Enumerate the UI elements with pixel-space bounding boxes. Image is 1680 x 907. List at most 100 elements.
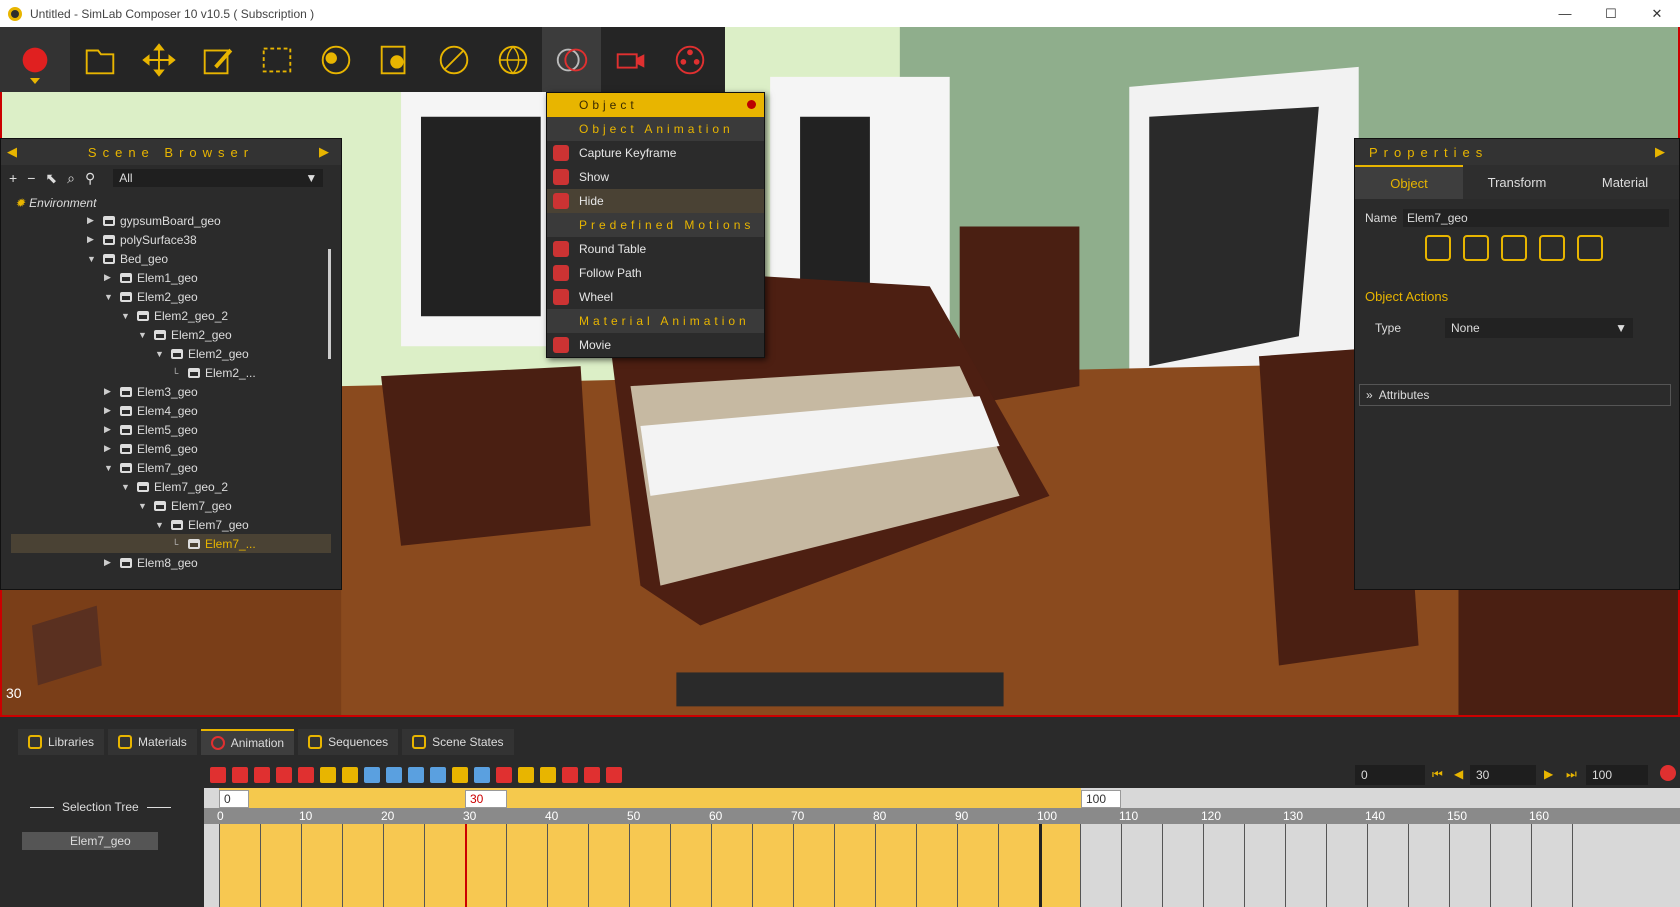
paste-icon[interactable]	[1463, 235, 1489, 261]
follow-path-item[interactable]: Follow Path	[547, 261, 764, 285]
collapse-left-icon[interactable]: ◀	[7, 144, 23, 160]
maximize-button[interactable]: ☐	[1588, 0, 1634, 27]
expand-arrow-icon[interactable]: ▼	[121, 311, 131, 321]
name-field[interactable]: Elem7_geo	[1403, 209, 1669, 227]
tree-branch-icon[interactable]: └	[172, 539, 182, 549]
tab-libraries[interactable]: Libraries	[18, 729, 105, 755]
scene-tree-node[interactable]: ▼ Elem7_geo	[138, 496, 232, 515]
scene-scrollbar[interactable]	[328, 249, 331, 359]
pick-icon[interactable]: ⬉	[45, 170, 57, 187]
expand-arrow-icon[interactable]: ▼	[138, 501, 148, 511]
anim-tool-icon[interactable]	[584, 766, 600, 783]
scene-tree-node[interactable]: ▼ Elem2_geo	[104, 287, 198, 306]
anim-tool-icon[interactable]	[386, 766, 402, 783]
expand-arrow-icon[interactable]: ▼	[104, 463, 114, 473]
range-current-box[interactable]: 30	[465, 790, 507, 808]
tab-sequences[interactable]: Sequences	[298, 729, 399, 755]
link-icon[interactable]: ⚲	[85, 170, 95, 187]
expand-right-icon[interactable]: ▶	[319, 144, 335, 160]
prev-frame-icon[interactable]: ◀	[1454, 767, 1463, 781]
scene-tree-node[interactable]: ▶ Elem5_geo	[104, 420, 198, 439]
hide-item[interactable]: Hide	[547, 189, 764, 213]
scene-tree-node[interactable]: └ Elem2_...	[172, 363, 256, 382]
anim-tool-icon[interactable]	[408, 766, 424, 783]
scene-tree-node[interactable]: ▼ Elem2_geo_2	[121, 306, 228, 325]
tab-scene-states[interactable]: Scene States	[402, 729, 514, 755]
range-start-box[interactable]: 0	[219, 790, 249, 808]
expand-arrow-icon[interactable]: ▶	[104, 405, 114, 416]
scene-tree-node[interactable]: ▶ Elem1_geo	[104, 268, 198, 287]
search-icon[interactable]: ⌕	[67, 170, 75, 187]
expand-arrow-icon[interactable]: ▶	[104, 272, 114, 283]
wheel-item[interactable]: Wheel	[547, 285, 764, 309]
timeline-object-row[interactable]: Elem7_geo	[22, 832, 158, 850]
playhead[interactable]	[465, 824, 467, 907]
scene-tree-node[interactable]: ▼ Bed_geo	[87, 249, 168, 268]
scene-tree-node[interactable]: └ Elem7_...	[11, 534, 331, 553]
film-button[interactable]	[660, 27, 719, 92]
anim-tool-icon[interactable]	[320, 766, 336, 783]
scene-tree-node[interactable]: ▼ Elem2_geo	[155, 344, 249, 363]
move-button[interactable]	[129, 27, 188, 92]
tab-object[interactable]: Object	[1355, 165, 1463, 199]
render-button[interactable]	[365, 27, 424, 92]
tab-material[interactable]: Material	[1571, 165, 1679, 199]
timeline-track-area[interactable]: 0 30 100 0 10 20 30 40 50 60 70 80 90 100 110 120 130…	[204, 788, 1680, 907]
scene-tree-node[interactable]: ▶ polySurface38	[87, 230, 197, 249]
next-frame-icon[interactable]: ▶	[1544, 767, 1553, 781]
anim-tool-icon[interactable]	[254, 766, 270, 783]
scene-tree-node[interactable]: ▶ Elem8_geo	[104, 553, 198, 572]
scene-filter-dropdown[interactable]: All ▼	[113, 169, 324, 187]
expand-arrow-icon[interactable]: ▶	[104, 443, 114, 454]
anim-tool-icon[interactable]	[276, 766, 292, 783]
anim-tool-icon[interactable]	[606, 766, 622, 783]
capture-keyframe-item[interactable]: Capture Keyframe	[547, 141, 764, 165]
expand-arrow-icon[interactable]: ▶	[104, 386, 114, 397]
visibility-icon[interactable]	[1539, 235, 1565, 261]
expand-arrow-icon[interactable]: ▶	[87, 234, 97, 245]
select-rect-button[interactable]	[247, 27, 306, 92]
minimize-button[interactable]: —	[1542, 0, 1588, 27]
unlock-icon[interactable]	[1577, 235, 1603, 261]
anim-tool-icon[interactable]	[430, 766, 446, 783]
expand-arrow-icon[interactable]: ▶	[104, 424, 114, 435]
tab-materials[interactable]: Materials	[108, 729, 197, 755]
record-button[interactable]	[0, 27, 70, 92]
expand-arrow-icon[interactable]: ▶	[104, 557, 114, 568]
anim-tool-icon[interactable]	[342, 766, 358, 783]
tab-animation[interactable]: Animation	[200, 729, 295, 755]
close-button[interactable]: ✕	[1634, 0, 1680, 27]
expand-arrow-icon[interactable]: ▼	[87, 254, 97, 264]
first-frame-icon[interactable]: ⏮	[1432, 767, 1443, 782]
anim-tool-icon[interactable]	[474, 766, 490, 783]
attributes-section[interactable]: » Attributes	[1359, 384, 1671, 406]
anim-tool-icon[interactable]	[232, 766, 248, 783]
show-item[interactable]: Show	[547, 165, 764, 189]
tree-branch-icon[interactable]: └	[172, 368, 182, 378]
no-button[interactable]	[424, 27, 483, 92]
keyframe-track[interactable]	[204, 824, 1680, 907]
range-end-box[interactable]: 100	[1081, 790, 1121, 808]
copy-icon[interactable]	[1425, 235, 1451, 261]
edit-button[interactable]	[188, 27, 247, 92]
anim-tool-icon[interactable]	[540, 766, 556, 783]
globe-button[interactable]	[483, 27, 542, 92]
remove-icon[interactable]: −	[27, 170, 35, 186]
scene-tree-node[interactable]: ▼ Elem7_geo	[104, 458, 198, 477]
movie-item[interactable]: Movie	[547, 333, 764, 357]
scene-tree-node[interactable]: ▶ Elem6_geo	[104, 439, 198, 458]
camera-button[interactable]	[601, 27, 660, 92]
scene-tree-node[interactable]: ▶ Elem3_geo	[104, 382, 198, 401]
type-dropdown[interactable]: None ▼	[1445, 318, 1634, 338]
anim-tool-icon[interactable]	[298, 766, 314, 783]
scene-tree-node[interactable]: ▼ Elem7_geo	[155, 515, 249, 534]
expand-arrow-icon[interactable]: ▼	[155, 520, 165, 530]
animation-button[interactable]	[542, 27, 601, 92]
expand-arrow-icon[interactable]: ▼	[138, 330, 148, 340]
end-marker[interactable]	[1039, 824, 1042, 907]
round-table-item[interactable]: Round Table	[547, 237, 764, 261]
environment-node[interactable]: ✹ Environment	[15, 193, 96, 212]
current-frame-input[interactable]: 30	[1470, 765, 1536, 785]
end-frame-input[interactable]: 100	[1586, 765, 1648, 785]
start-frame-input[interactable]: 0	[1355, 765, 1425, 785]
